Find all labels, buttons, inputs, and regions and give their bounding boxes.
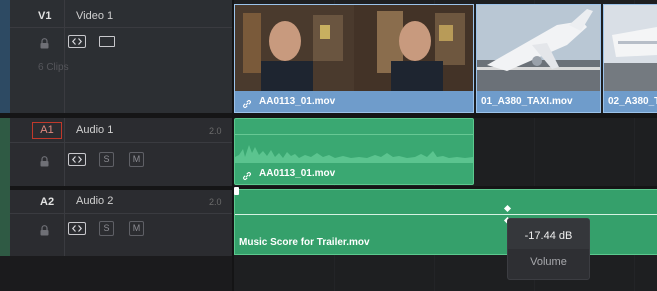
mute-button[interactable]: M xyxy=(129,221,144,236)
track-name-a1[interactable]: Audio 1 xyxy=(76,124,113,136)
clip-thumbnail xyxy=(604,5,657,91)
clip-name: AA0113_01.mov xyxy=(259,168,336,179)
volume-value: -17.44 dB xyxy=(524,230,573,242)
audio-track-strip xyxy=(0,118,10,256)
track-header-a1: A1 Audio 1 2.0 S M xyxy=(10,118,232,186)
volume-line[interactable] xyxy=(235,214,657,215)
track-level-a2: 2.0 xyxy=(209,197,222,207)
auto-track-select-icon[interactable] xyxy=(68,222,86,235)
clip-name: Music Score for Trailer.mov xyxy=(239,237,370,248)
lock-icon[interactable] xyxy=(40,36,49,54)
volume-tooltip: -17.44 dB Volume xyxy=(507,218,590,280)
lock-icon[interactable] xyxy=(40,154,49,172)
track-id-a1[interactable]: A1 xyxy=(32,122,62,139)
clip-thumbnail xyxy=(235,5,473,91)
solo-button[interactable]: S xyxy=(99,221,114,236)
link-icon xyxy=(242,96,252,114)
clip-name: 01_A380_TAXI.mov xyxy=(481,96,573,107)
auto-track-select-icon[interactable] xyxy=(68,153,86,166)
track-name-a2[interactable]: Audio 2 xyxy=(76,195,113,207)
track-name-v1[interactable]: Video 1 xyxy=(76,10,113,22)
clip-name: 02_A380_T xyxy=(608,96,657,107)
clip-thumbnail xyxy=(477,5,600,91)
clip-start-handle[interactable] xyxy=(234,187,239,195)
audio-waveform xyxy=(235,145,473,163)
track-id-a2[interactable]: A2 xyxy=(40,196,54,208)
track-header-v1: V1 Video 1 6 Clips xyxy=(10,0,232,113)
audio-clip[interactable]: Music Score for Trailer.mov xyxy=(234,187,657,255)
lock-icon[interactable] xyxy=(40,223,49,241)
clip-count: 6 Clips xyxy=(38,62,69,73)
video-clip[interactable]: 01_A380_TAXI.mov xyxy=(476,4,601,113)
video-clip[interactable]: 02_A380_T xyxy=(603,4,657,113)
track-id-v1: V1 xyxy=(38,10,52,22)
auto-track-select-icon[interactable] xyxy=(68,35,86,48)
link-icon xyxy=(242,168,252,186)
mute-button[interactable]: M xyxy=(129,152,144,167)
video-track-toggle-icon[interactable] xyxy=(99,36,115,47)
track-header-a2: A2 Audio 2 2.0 S M xyxy=(10,190,232,256)
solo-button[interactable]: S xyxy=(99,152,114,167)
audio-clip[interactable]: AA0113_01.mov xyxy=(234,118,474,185)
video-clip[interactable]: AA0113_01.mov xyxy=(234,4,474,113)
volume-label: Volume xyxy=(530,256,567,268)
keyframe-marker[interactable] xyxy=(503,204,512,213)
track-level-a1: 2.0 xyxy=(209,126,222,136)
clip-name: AA0113_01.mov xyxy=(259,96,336,107)
